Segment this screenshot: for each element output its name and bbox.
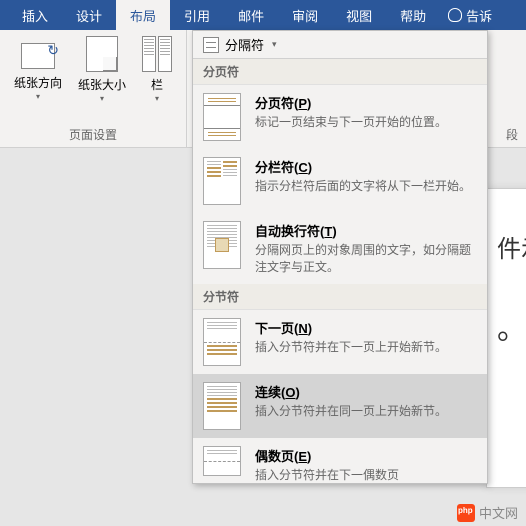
menu-item-page-break[interactable]: 分页符(P) 标记一页结束与下一页开始的位置。 (193, 85, 487, 149)
tab-mail[interactable]: 邮件 (224, 0, 278, 30)
breaks-button-open[interactable]: 分隔符 ▾ (193, 31, 487, 59)
menu-item-even-page[interactable]: 偶数页(E) 插入分节符并在下一偶数页 (193, 438, 487, 484)
tab-reference[interactable]: 引用 (170, 0, 224, 30)
chevron-down-icon: ▾ (272, 39, 277, 50)
lightbulb-icon (448, 8, 462, 22)
page-size-icon (86, 36, 118, 72)
document-page[interactable]: 件示 。 (486, 188, 526, 488)
watermark: 中文网 (457, 503, 518, 522)
chevron-down-icon: ▾ (155, 94, 159, 103)
menu-item-continuous[interactable]: 连续(O) 插入分节符并在同一页上开始新节。 (193, 374, 487, 438)
group-page-setup: ↻ 纸张方向 ▾ 纸张大小 ▾ 栏 ▾ 页面设置 (0, 30, 187, 147)
section-header-section-breaks: 分节符 (193, 284, 487, 310)
orientation-button[interactable]: ↻ 纸张方向 ▾ (8, 34, 68, 103)
page-break-icon (203, 93, 241, 141)
section-header-page-breaks: 分页符 (193, 59, 487, 85)
text-wrap-icon (203, 221, 241, 269)
next-page-icon (203, 318, 241, 366)
menu-item-column-break[interactable]: 分栏符(C) 指示分栏符后面的文字将从下一栏开始。 (193, 149, 487, 213)
rotate-arrow-icon: ↻ (47, 42, 59, 59)
breaks-dropdown: 分隔符 ▾ 分页符 分页符(P) 标记一页结束与下一页开始的位置。 分栏符(C)… (192, 30, 488, 484)
even-page-icon (203, 446, 241, 476)
menu-item-next-page[interactable]: 下一页(N) 插入分节符并在下一页上开始新节。 (193, 310, 487, 374)
tab-layout[interactable]: 布局 (116, 0, 170, 30)
breaks-icon (203, 37, 219, 53)
tab-insert[interactable]: 插入 (8, 0, 62, 30)
php-logo-icon (457, 504, 475, 522)
continuous-icon (203, 382, 241, 430)
tab-help[interactable]: 帮助 (386, 0, 440, 30)
tab-review[interactable]: 审阅 (278, 0, 332, 30)
columns-icon (142, 36, 172, 72)
tab-design[interactable]: 设计 (62, 0, 116, 30)
size-button[interactable]: 纸张大小 ▾ (72, 34, 132, 105)
tell-me-search[interactable]: 告诉 (448, 0, 492, 30)
chevron-down-icon: ▾ (36, 92, 40, 101)
menu-item-text-wrap[interactable]: 自动换行符(T) 分隔网页上的对象周围的文字，如分隔题注文字与正文。 (193, 213, 487, 284)
ribbon-tabs: 插入 设计 布局 引用 邮件 审阅 视图 帮助 告诉 (0, 0, 526, 30)
column-break-icon (203, 157, 241, 205)
tab-view[interactable]: 视图 (332, 0, 386, 30)
chevron-down-icon: ▾ (100, 94, 104, 103)
columns-button[interactable]: 栏 ▾ (136, 34, 178, 105)
group-label: 页面设置 (8, 124, 178, 145)
